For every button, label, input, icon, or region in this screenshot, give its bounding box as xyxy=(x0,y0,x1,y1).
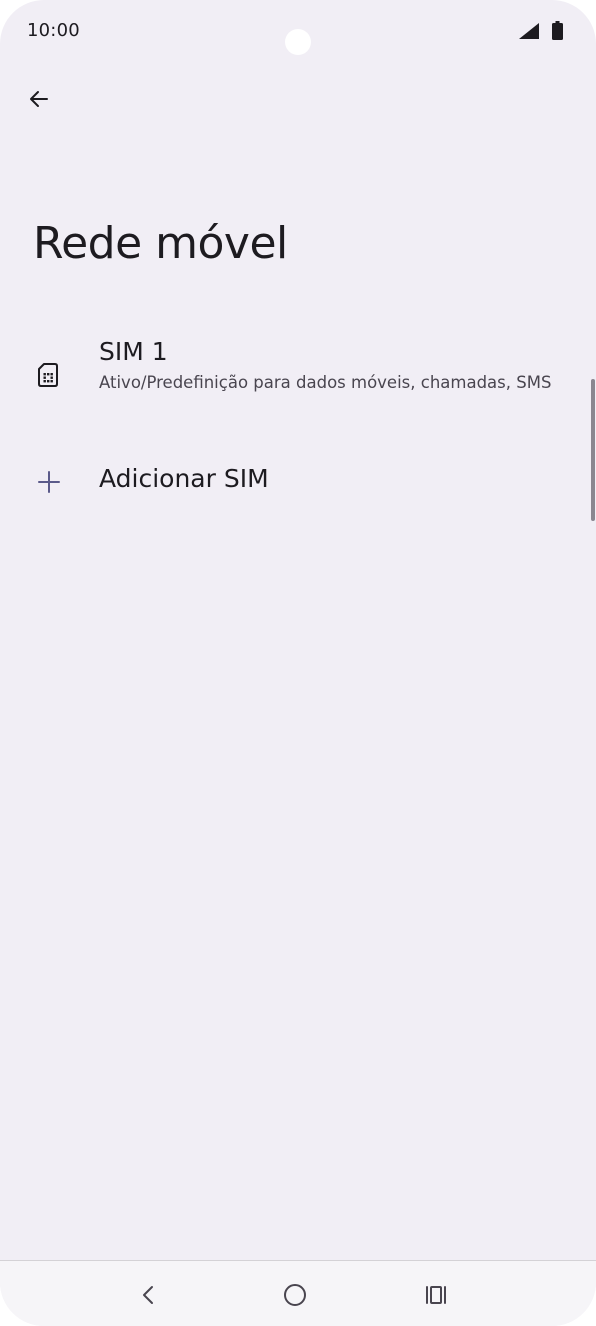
status-bar: 10:00 xyxy=(0,0,596,64)
arrow-back-icon xyxy=(30,91,48,107)
navigation-bar xyxy=(0,1260,596,1326)
sim1-summary: Ativo/Predefinição para dados móveis, ch… xyxy=(99,373,552,392)
page-title: Rede móvel xyxy=(33,218,288,269)
nav-back-button[interactable] xyxy=(126,1273,170,1317)
phone-screen: 10:00 Rede móvel SIM 1 Ativo/Predefiniçã… xyxy=(0,0,596,1326)
status-time: 10:00 xyxy=(27,20,80,41)
nav-home-icon xyxy=(284,1284,306,1306)
scrollbar[interactable] xyxy=(591,379,595,521)
back-button[interactable] xyxy=(20,80,58,118)
add-sim-item[interactable]: Adicionar SIM xyxy=(0,450,590,512)
signal-icon xyxy=(519,23,539,39)
nav-recents-button[interactable] xyxy=(414,1273,458,1317)
add-sim-label: Adicionar SIM xyxy=(99,464,269,493)
sim-card-icon xyxy=(38,363,58,387)
battery-icon xyxy=(552,21,563,40)
camera-cutout xyxy=(285,29,311,55)
nav-back-icon xyxy=(143,1286,153,1304)
plus-icon xyxy=(38,471,60,493)
sim1-title: SIM 1 xyxy=(99,337,168,366)
nav-home-button[interactable] xyxy=(273,1273,317,1317)
sim1-item[interactable]: SIM 1 Ativo/Predefinição para dados móve… xyxy=(0,332,590,424)
nav-recents-icon xyxy=(426,1286,446,1304)
